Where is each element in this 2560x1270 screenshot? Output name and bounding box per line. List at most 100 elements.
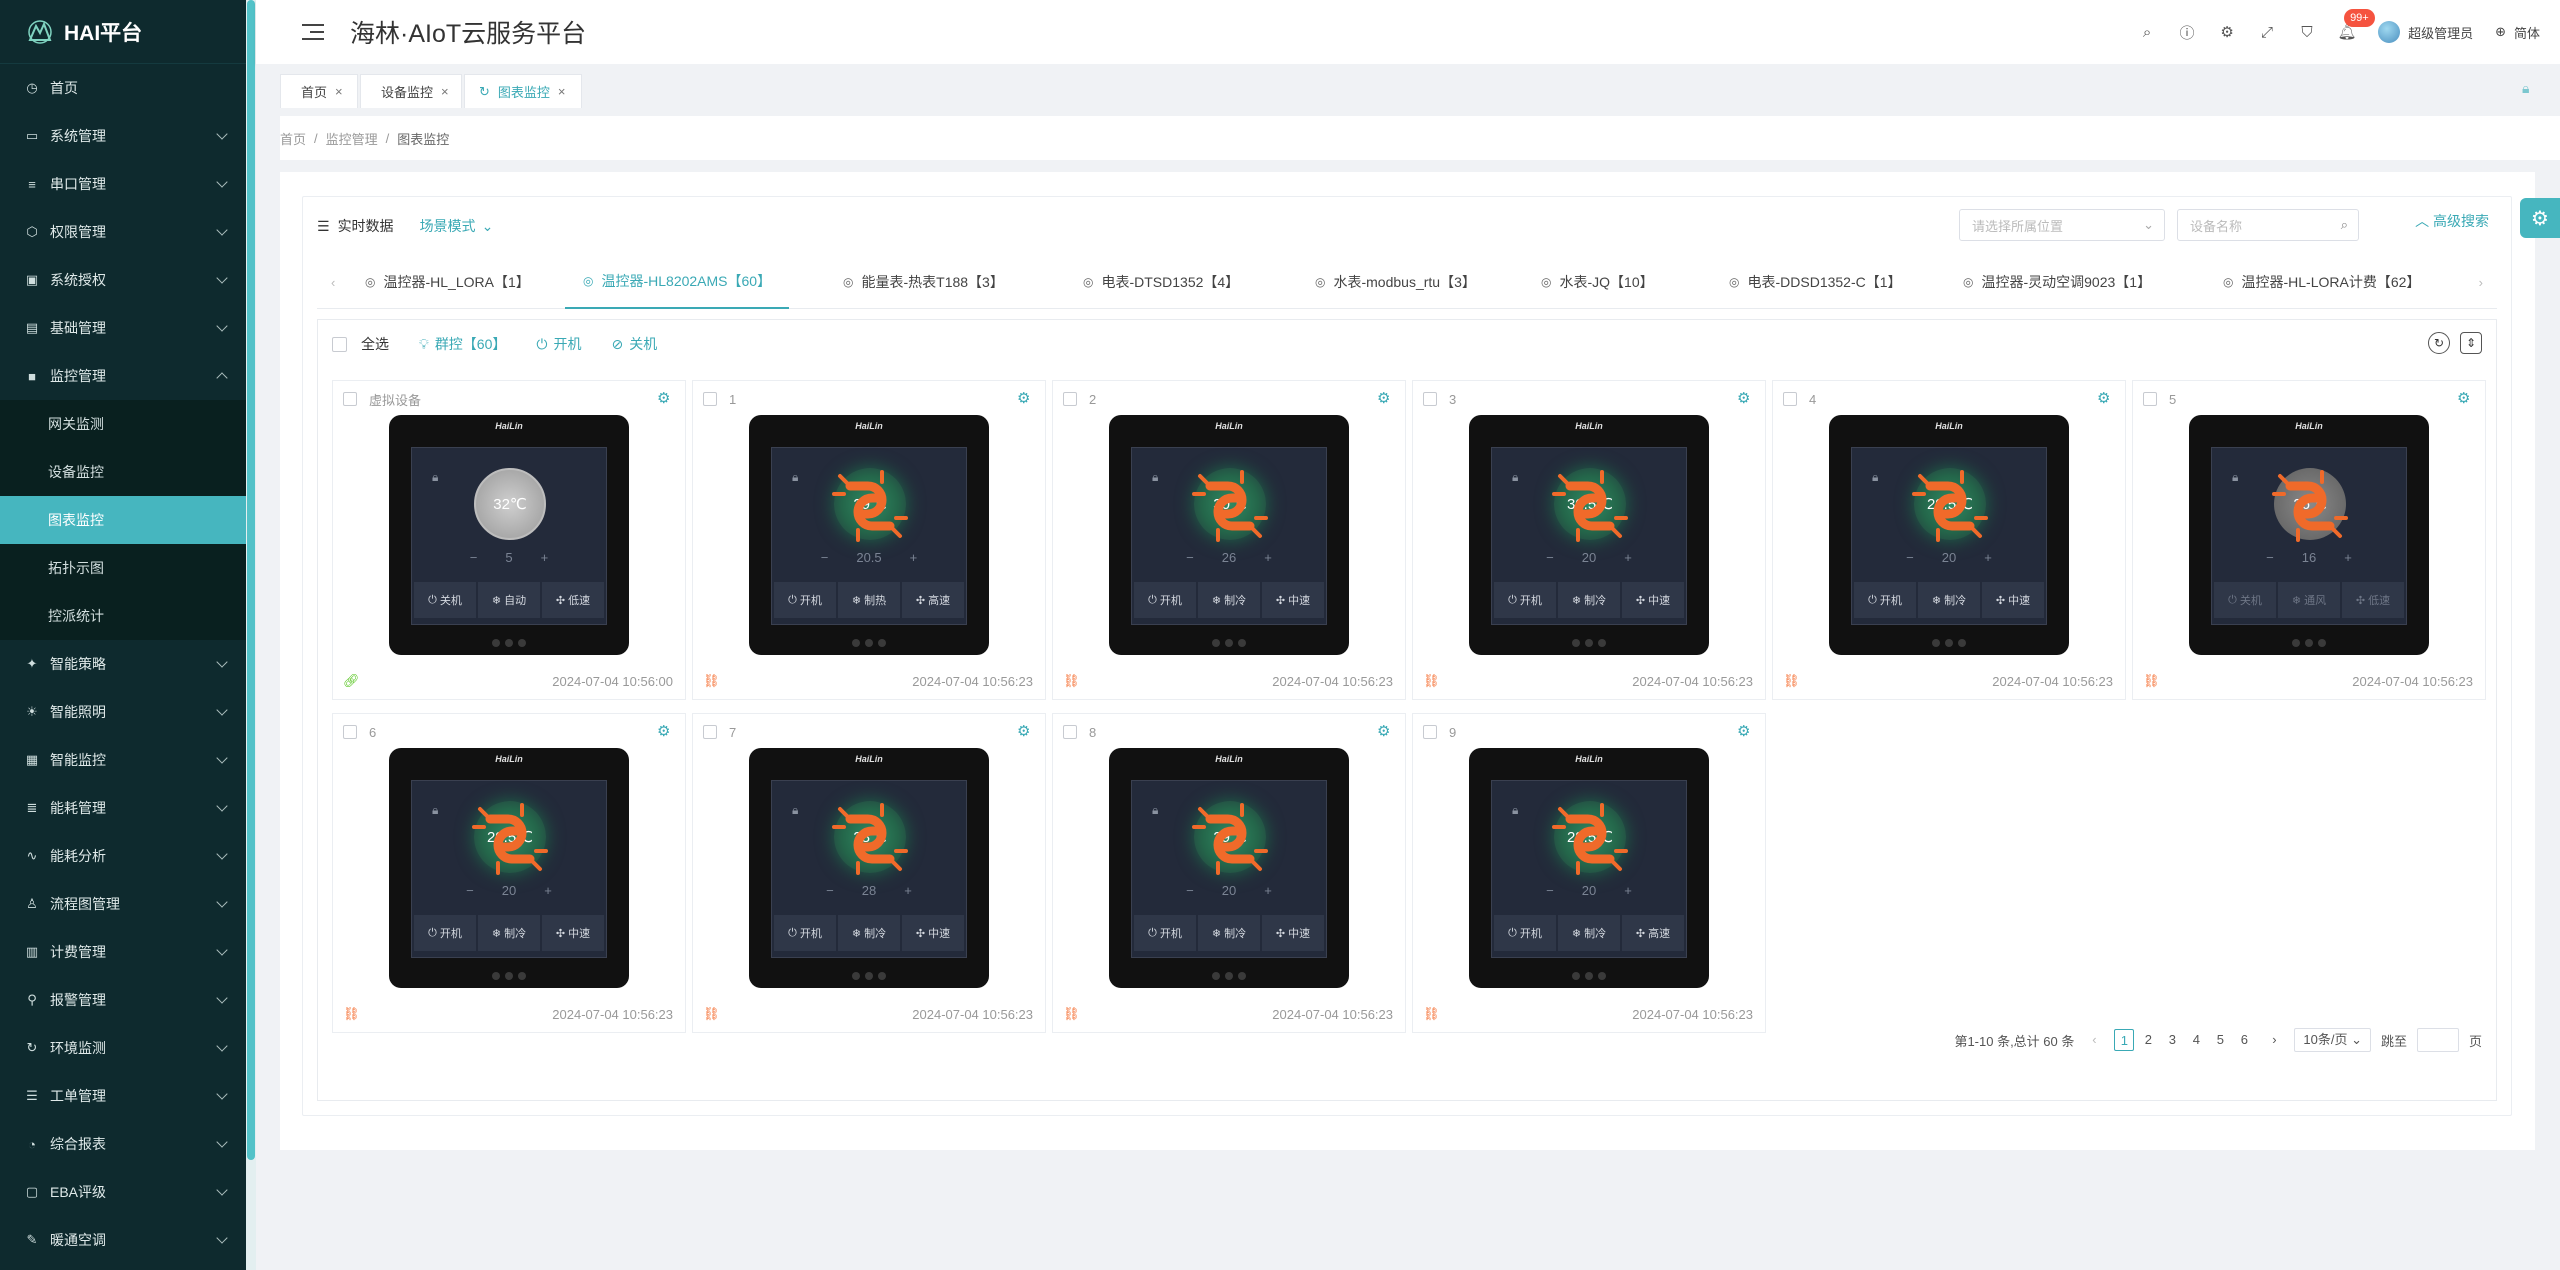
sidebar-item[interactable]: ⬡ 权限管理 xyxy=(0,208,246,256)
menu-toggle-icon[interactable] xyxy=(302,23,324,41)
chevron-right-icon[interactable]: › xyxy=(2479,275,2483,290)
power-button[interactable]: ⏻ 开机 xyxy=(1494,915,1556,951)
sidebar-subitem[interactable]: 控派统计 xyxy=(0,592,246,640)
plus-icon[interactable]: + xyxy=(544,883,552,898)
device-checkbox[interactable] xyxy=(1783,392,1797,406)
plus-icon[interactable]: + xyxy=(1264,550,1272,565)
sidebar-item[interactable]: ≡ 串口管理 xyxy=(0,160,246,208)
minus-icon[interactable]: − xyxy=(1186,550,1194,565)
page-number[interactable]: 4 xyxy=(2186,1029,2206,1051)
device-tab[interactable]: ◎ 能量表-热表T188【3】 xyxy=(843,255,1004,309)
power-button[interactable]: ⏻ 关机 xyxy=(414,582,476,618)
search-icon[interactable]: ⌕ xyxy=(2138,23,2156,41)
minus-icon[interactable]: − xyxy=(1906,550,1914,565)
plus-icon[interactable]: + xyxy=(1624,550,1632,565)
app-logo[interactable]: HAI平台 xyxy=(0,0,246,64)
chevron-left-icon[interactable]: ‹ xyxy=(331,275,335,290)
gear-icon[interactable]: ⚙ xyxy=(1737,722,1753,740)
fan-speed-button[interactable]: ✣ 低速 xyxy=(542,582,604,618)
minus-icon[interactable]: − xyxy=(826,883,834,898)
plus-icon[interactable]: + xyxy=(910,550,918,565)
device-card[interactable]: 6 ⚙ HaiLin 🔒︎ 29.5℃ −20 + ⏻ 开机 ❄ 制冷 ✣ 中速 ⛓ 2024-07-04 … xyxy=(332,713,686,1033)
settings-float-icon[interactable]: ⚙ xyxy=(2520,198,2560,238)
gear-icon[interactable]: ⚙ xyxy=(2457,389,2473,407)
device-checkbox[interactable] xyxy=(703,725,717,739)
power-button[interactable]: ⏻ 开机 xyxy=(774,582,836,618)
power-button[interactable]: ⏻ 开机 xyxy=(1854,582,1916,618)
device-checkbox[interactable] xyxy=(343,725,357,739)
sidebar-item[interactable]: ▤ 基础管理 xyxy=(0,304,246,352)
plus-icon[interactable]: + xyxy=(1984,550,1992,565)
gear-icon[interactable]: ⚙ xyxy=(1017,722,1033,740)
gear-icon[interactable]: ⚙ xyxy=(657,389,673,407)
power-on-button[interactable]: ⏻ 开机 xyxy=(536,334,581,354)
sidebar-item[interactable]: ▥ 计费管理 xyxy=(0,928,246,976)
mode-button[interactable]: ❄ 制冷 xyxy=(1558,915,1620,951)
close-icon[interactable]: × xyxy=(558,84,566,99)
page-number[interactable]: 6 xyxy=(2234,1029,2254,1051)
page-size-select[interactable]: 10条/页 ⌄ xyxy=(2294,1028,2371,1052)
fan-speed-button[interactable]: ✣ 中速 xyxy=(1262,915,1324,951)
fan-speed-button[interactable]: ✣ 中速 xyxy=(1622,582,1684,618)
device-tab[interactable]: ◎ 温控器-HL-LORA计费【62】 xyxy=(2223,255,2420,309)
close-icon[interactable]: × xyxy=(441,84,449,99)
device-tab[interactable]: ◎ 温控器-HL_LORA【1】 xyxy=(365,255,530,309)
sidebar-item[interactable]: ☰ 工单管理 xyxy=(0,1072,246,1120)
bell-icon[interactable]: 🔔︎ 99+ xyxy=(2338,9,2375,41)
prev-page-icon[interactable]: ‹ xyxy=(2084,1029,2104,1051)
fan-speed-button[interactable]: ✣ 中速 xyxy=(1262,582,1324,618)
gear-icon[interactable]: ⚙ xyxy=(1377,389,1393,407)
device-card[interactable]: 3 ⚙ HaiLin 🔒︎ 30.5℃ −20 + ⏻ 开机 ❄ 制冷 ✣ 中速 ⛓ 2024-07-04 … xyxy=(1412,380,1766,700)
sidebar-item[interactable]: ≣ 能耗管理 xyxy=(0,784,246,832)
device-card[interactable]: 4 ⚙ HaiLin 🔒︎ 29.5℃ −20 + ⏻ 开机 ❄ 制冷 ✣ 中速 ⛓ 2024-07-04 … xyxy=(1772,380,2126,700)
fullscreen-icon[interactable]: ⤢ xyxy=(2258,23,2276,41)
shield-icon[interactable]: ⛉ xyxy=(2298,23,2316,41)
device-tab[interactable]: ◎ 水表-modbus_rtu【3】 xyxy=(1315,255,1476,309)
thermostat-panel[interactable]: HaiLin 🔒︎ 28.5℃ −20 + ⏻ 开机 ❄ 制冷 ✣ 高速 xyxy=(1469,748,1709,988)
column-height-icon[interactable]: ⇕ xyxy=(2460,332,2482,354)
thermostat-panel[interactable]: HaiLin 🔒︎ 29.5℃ −20 + ⏻ 开机 ❄ 制冷 ✣ 中速 xyxy=(1829,415,2069,655)
fan-speed-button[interactable]: ✣ 高速 xyxy=(1622,915,1684,951)
tab-home[interactable]: 首页 × xyxy=(280,74,358,108)
mode-button[interactable]: ❄ 通风 xyxy=(2278,582,2340,618)
thermostat-panel[interactable]: HaiLin 🔒︎ 29℃ −20 + ⏻ 开机 ❄ 制冷 ✣ 中速 xyxy=(1109,748,1349,988)
sidebar-item[interactable]: ▣ 系统授权 xyxy=(0,256,246,304)
device-tab[interactable]: ◎ 温控器-HL8202AMS【60】 xyxy=(565,255,790,309)
thermostat-panel[interactable]: HaiLin 🔒︎ 30℃ −26 + ⏻ 开机 ❄ 制冷 ✣ 中速 xyxy=(1109,415,1349,655)
sidebar-item[interactable]: ▢ EBA评级 xyxy=(0,1168,246,1216)
sidebar-subitem[interactable]: 图表监控 xyxy=(0,496,246,544)
gear-icon[interactable]: ⚙ xyxy=(1737,389,1753,407)
sidebar-item[interactable]: ☀ 智能照明 xyxy=(0,688,246,736)
power-button[interactable]: ⏻ 开机 xyxy=(1134,915,1196,951)
page-number[interactable]: 2 xyxy=(2138,1029,2158,1051)
minus-icon[interactable]: − xyxy=(1546,550,1554,565)
mode-button[interactable]: ❄ 制冷 xyxy=(838,915,900,951)
scrollbar-thumb[interactable] xyxy=(247,0,255,1160)
mode-button[interactable]: ❄ 制冷 xyxy=(1198,582,1260,618)
breadcrumb-monitor[interactable]: 监控管理 xyxy=(326,129,378,148)
device-checkbox[interactable] xyxy=(1063,725,1077,739)
mode-button[interactable]: ❄ 制冷 xyxy=(478,915,540,951)
language-switch[interactable]: ⊕ 简体 xyxy=(2495,23,2540,42)
sidebar-item[interactable]: ✎ 暖通空调 xyxy=(0,1216,246,1264)
select-all-checkbox[interactable]: 全选 xyxy=(332,334,389,354)
page-number[interactable]: 5 xyxy=(2210,1029,2230,1051)
sidebar-item[interactable]: ↻ 环境监测 xyxy=(0,1024,246,1072)
fan-speed-button[interactable]: ✣ 中速 xyxy=(542,915,604,951)
breadcrumb-home[interactable]: 首页 xyxy=(280,129,306,148)
device-card[interactable]: 8 ⚙ HaiLin 🔒︎ 29℃ −20 + ⏻ 开机 ❄ 制冷 ✣ 中速 ⛓ 2024-07-04 10… xyxy=(1052,713,1406,1033)
sidebar-item[interactable]: ∿ 能耗分析 xyxy=(0,832,246,880)
next-page-icon[interactable]: › xyxy=(2264,1029,2284,1051)
mode-button[interactable]: ❄ 制冷 xyxy=(1558,582,1620,618)
thermostat-panel[interactable]: HaiLin 🔒︎ 29℃ −20.5 + ⏻ 开机 ❄ 制热 ✣ 高速 xyxy=(749,415,989,655)
help-icon[interactable]: ⓘ xyxy=(2178,23,2196,42)
sidebar-item[interactable]: ▭ 系统管理 xyxy=(0,112,246,160)
plus-icon[interactable]: + xyxy=(2344,550,2352,565)
tab-chart-monitor[interactable]: ↻ 图表监控 × xyxy=(464,74,582,108)
minus-icon[interactable]: − xyxy=(1186,883,1194,898)
minus-icon[interactable]: − xyxy=(466,883,474,898)
plus-icon[interactable]: + xyxy=(904,883,912,898)
thermostat-panel[interactable]: HaiLin 🔒︎ 30.5℃ −20 + ⏻ 开机 ❄ 制冷 ✣ 中速 xyxy=(1469,415,1709,655)
mode-button[interactable]: ❄ 自动 xyxy=(478,582,540,618)
minus-icon[interactable]: − xyxy=(1546,883,1554,898)
